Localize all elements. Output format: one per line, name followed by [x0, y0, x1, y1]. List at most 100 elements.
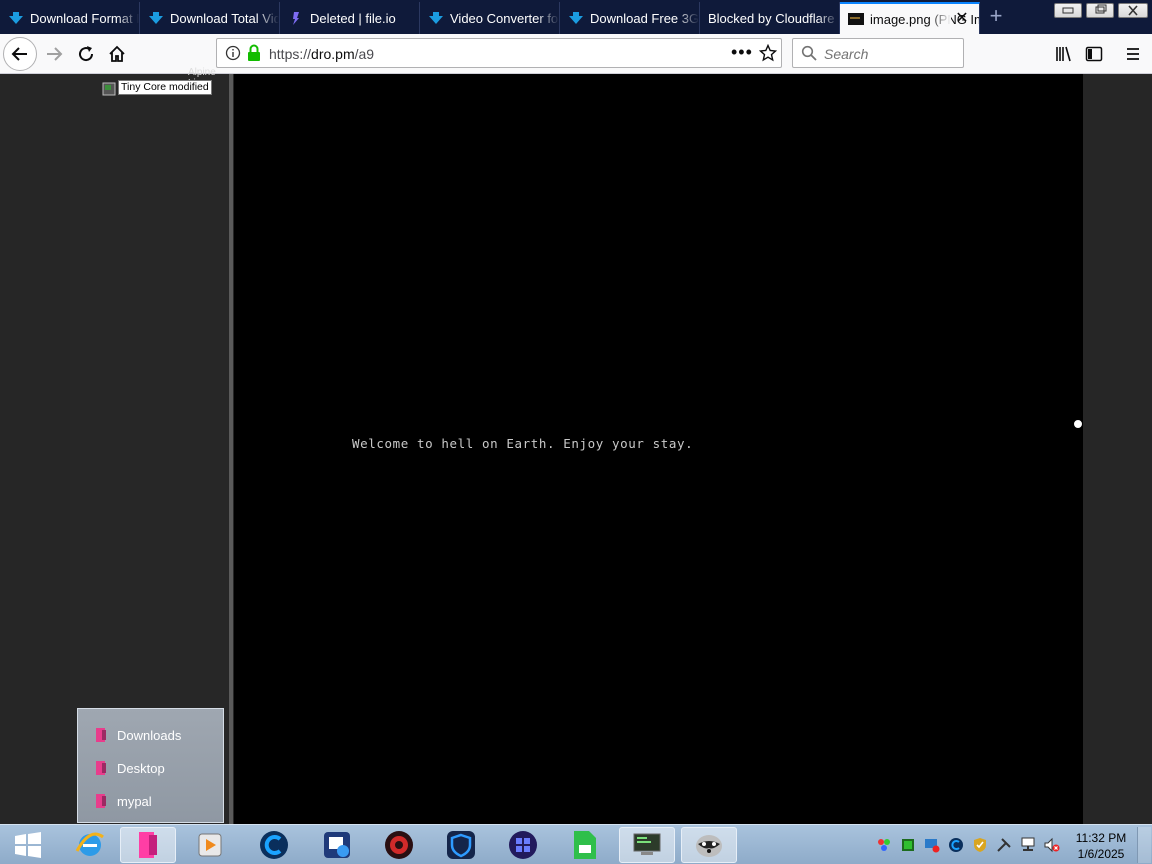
- system-clock[interactable]: 11:32 PM 1/6/2025: [1068, 830, 1134, 862]
- hamburger-menu-icon: [1127, 48, 1139, 60]
- taskbar-ccleaner[interactable]: [246, 827, 302, 863]
- home-button[interactable]: [101, 38, 133, 70]
- windows-logo-icon: [15, 832, 41, 858]
- taskbar-purple-app[interactable]: [495, 827, 551, 863]
- home-icon: [109, 45, 125, 62]
- reload-icon: [79, 46, 94, 62]
- taskbar-photo-app[interactable]: [309, 827, 365, 863]
- monitor-icon: [633, 833, 661, 855]
- ccleaner-icon: [260, 831, 288, 859]
- taskbar-virtual-machine[interactable]: [619, 827, 675, 863]
- clock-time: 11:32 PM: [1075, 831, 1127, 845]
- main-menu-button[interactable]: [1117, 38, 1149, 70]
- console-image: Welcome to hell on Earth. Enjoy your sta…: [234, 74, 1083, 824]
- green-square-tray-icon[interactable]: [900, 837, 916, 853]
- tab-label: Blocked by Cloudflare: [708, 10, 835, 26]
- navigation-toolbar: https://dro.pm/a9 ••• Search: [0, 34, 1152, 74]
- tooltip-label: Tiny Core modified: [118, 80, 212, 95]
- url-path: /a9: [354, 46, 375, 62]
- download-arrow-icon: [429, 12, 443, 24]
- internet-explorer-icon: [75, 832, 104, 856]
- bookmark-star-icon[interactable]: [759, 44, 777, 62]
- url-host: dro.pm: [311, 46, 355, 62]
- minimize-window-button[interactable]: [1054, 3, 1082, 18]
- pink-folder-icon: [96, 794, 106, 808]
- ccleaner-tray-icon[interactable]: [948, 837, 964, 853]
- pink-folder-icon: [96, 728, 106, 742]
- tab-strip: Download Format Factory Download Total V…: [0, 0, 1152, 34]
- taskbar: 11:32 PM 1/6/2025: [0, 824, 1152, 864]
- folder-item-mypal[interactable]: mypal: [94, 791, 152, 811]
- red-gear-icon: [385, 831, 413, 859]
- restore-window-button[interactable]: [1086, 3, 1114, 18]
- url-text[interactable]: https://dro.pm/a9: [269, 46, 374, 62]
- folder-item-desktop[interactable]: Desktop: [94, 758, 165, 778]
- url-bar[interactable]: https://dro.pm/a9 •••: [216, 38, 782, 68]
- tab-image-png[interactable]: image.png (PNG Image) ✕: [840, 2, 980, 34]
- folder-label: Downloads: [117, 727, 182, 743]
- cursor-icon: [1073, 419, 1083, 429]
- shield-tray-icon[interactable]: [972, 837, 988, 853]
- taskbar-sheet-app[interactable]: [557, 827, 613, 863]
- close-window-button[interactable]: [1118, 3, 1148, 18]
- tab-download-3gp[interactable]: Download Free 3GP: [560, 2, 700, 34]
- download-arrow-icon: [569, 12, 583, 24]
- taskbar-internet-explorer[interactable]: [62, 827, 118, 863]
- url-scheme: https://: [269, 46, 312, 62]
- tab-blocked-cloudflare[interactable]: Blocked by Cloudflare: [700, 2, 840, 34]
- pane-divider[interactable]: [229, 74, 233, 824]
- folder-label: Desktop: [117, 760, 165, 776]
- network-tray-icon[interactable]: [1020, 837, 1036, 853]
- tab-download-total[interactable]: Download Total Video: [140, 2, 280, 34]
- lock-icon: [248, 44, 260, 61]
- sidebar-toggle-button[interactable]: [1078, 38, 1110, 70]
- fileio-icon: [293, 12, 299, 25]
- tab-fileio[interactable]: Deleted | file.io: [280, 2, 420, 34]
- search-bar[interactable]: Search: [792, 38, 964, 68]
- image-thumbnail-icon: [848, 13, 864, 25]
- disk-image-icon: [102, 82, 116, 96]
- taskbar-red-app[interactable]: [371, 827, 427, 863]
- monitor-alert-tray-icon[interactable]: [924, 837, 940, 853]
- clock-date: 1/6/2025: [1077, 847, 1125, 861]
- taskbar-raccoon-app[interactable]: [681, 827, 737, 863]
- library-icon: [1056, 46, 1071, 62]
- volume-muted-tray-icon[interactable]: [1044, 837, 1060, 853]
- show-desktop-button[interactable]: [1137, 827, 1151, 863]
- tab-download-format[interactable]: Download Format Factory: [0, 2, 140, 34]
- download-arrow-icon: [9, 12, 23, 24]
- folder-item-downloads[interactable]: Downloads: [94, 725, 181, 745]
- tools-tray-icon[interactable]: [996, 837, 1012, 853]
- taskbar-vpn-shield[interactable]: [433, 827, 489, 863]
- folder-label: mypal: [117, 793, 152, 809]
- library-button[interactable]: [1048, 38, 1080, 70]
- close-tab-icon[interactable]: ✕: [953, 10, 971, 28]
- taskbar-media-player[interactable]: [182, 827, 238, 863]
- back-arrow-icon: [11, 47, 27, 61]
- folder-jump-panel: Downloads Desktop mypal: [77, 708, 224, 823]
- media-player-icon: [198, 833, 222, 857]
- sidebar-icon: [1085, 46, 1103, 62]
- download-arrow-icon: [149, 12, 163, 24]
- page-actions-menu-icon[interactable]: •••: [731, 42, 753, 63]
- pink-folder-icon: [96, 761, 106, 775]
- tab-label: Deleted | file.io: [310, 10, 396, 26]
- new-tab-plus-icon[interactable]: +: [984, 4, 1008, 30]
- info-icon[interactable]: [225, 45, 241, 61]
- reload-button[interactable]: [70, 38, 102, 70]
- raccoon-icon: [696, 835, 722, 857]
- back-button[interactable]: [3, 37, 37, 71]
- pink-folder-icon: [139, 832, 157, 858]
- shield-icon: [447, 831, 475, 859]
- search-icon: [801, 45, 817, 61]
- start-button[interactable]: [0, 827, 56, 863]
- taskbar-file-manager[interactable]: [120, 827, 176, 863]
- tab-video-converter[interactable]: Video Converter for: [420, 2, 560, 34]
- photo-viewer-icon: [324, 832, 350, 858]
- search-placeholder: Search: [824, 46, 869, 62]
- green-document-icon: [574, 831, 596, 859]
- forward-button[interactable]: [38, 38, 70, 70]
- color-network-tray-icon[interactable]: [876, 837, 892, 853]
- console-message: Welcome to hell on Earth. Enjoy your sta…: [352, 436, 694, 451]
- forward-arrow-icon: [47, 47, 63, 61]
